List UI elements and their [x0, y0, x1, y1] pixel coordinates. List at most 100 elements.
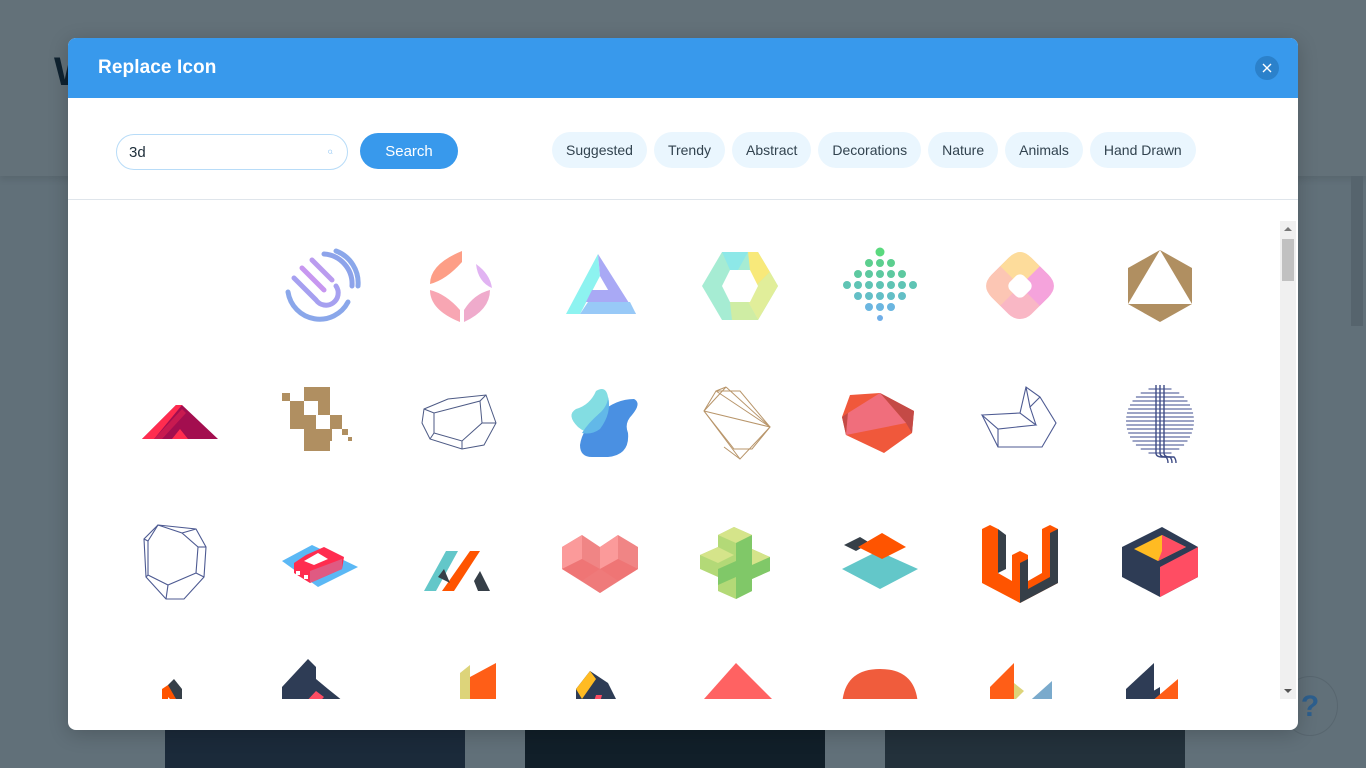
- icon-option[interactable]: [130, 373, 230, 473]
- category-nature[interactable]: Nature: [928, 132, 999, 168]
- background-card: [525, 730, 825, 768]
- dot: [898, 281, 906, 289]
- dot: [887, 281, 895, 289]
- paper-panels-icon: [460, 663, 496, 699]
- background-card: [165, 730, 465, 768]
- hexagon-ring-icon: [702, 252, 778, 320]
- icon-option[interactable]: [130, 236, 230, 336]
- geometric-polygon-icon: [703, 386, 771, 460]
- rounded-square-ring-icon: [986, 252, 1054, 319]
- icon-option[interactable]: [550, 373, 650, 473]
- icon-option[interactable]: [410, 236, 510, 336]
- icon-option[interactable]: [270, 236, 370, 336]
- search-input[interactable]: [129, 143, 328, 161]
- icon-option[interactable]: [270, 649, 370, 699]
- category-animals[interactable]: Animals: [1005, 132, 1083, 168]
- fingerprint-icon: [285, 248, 361, 322]
- dot: [875, 247, 885, 257]
- icon-option[interactable]: [690, 511, 790, 611]
- icon-option[interactable]: [270, 373, 370, 473]
- dot: [887, 270, 895, 278]
- dot: [854, 292, 862, 300]
- results-scrollbar[interactable]: [1280, 221, 1296, 699]
- icon-option[interactable]: [1110, 649, 1210, 699]
- gem-outline-icon: [143, 524, 207, 600]
- isometric-plus-icon: [700, 527, 770, 599]
- isometric-w-icon: [982, 525, 1058, 603]
- icon-option[interactable]: [1110, 373, 1210, 473]
- striped-circle-icon: [1126, 385, 1194, 464]
- dot: [877, 315, 883, 321]
- icon-option[interactable]: [690, 649, 790, 699]
- blob-shapes-icon: [571, 389, 638, 457]
- icon-option[interactable]: [690, 373, 790, 473]
- icon-option[interactable]: [970, 236, 1070, 336]
- icon-option[interactable]: [550, 236, 650, 336]
- folded-box-outline-icon: [980, 386, 1057, 448]
- category-abstract[interactable]: Abstract: [732, 132, 812, 168]
- folded-panels-icon: [990, 663, 1052, 699]
- layered-diamonds-icon: [842, 533, 918, 589]
- icon-option[interactable]: [970, 649, 1070, 699]
- icon-option[interactable]: [830, 236, 930, 336]
- stripes-letter-icon: [424, 551, 490, 591]
- scroll-up-arrow-icon[interactable]: [1284, 227, 1292, 231]
- dot: [876, 281, 884, 289]
- dot: [865, 259, 873, 267]
- icon-option[interactable]: [130, 649, 230, 699]
- dot: [887, 292, 895, 300]
- dot: [865, 292, 873, 300]
- striped-cube-icon: [576, 671, 616, 699]
- arch-icon: [842, 669, 918, 699]
- icon-option[interactable]: [1110, 511, 1210, 611]
- category-filters: Suggested Trendy Abstract Decorations Na…: [552, 132, 1196, 168]
- icon-option[interactable]: [1110, 236, 1210, 336]
- impossible-triangle-icon: [566, 254, 636, 314]
- icon-option[interactable]: [970, 511, 1070, 611]
- dialog-header: Replace Icon: [68, 38, 1298, 98]
- isometric-car-icon: [282, 545, 358, 587]
- icon-option[interactable]: [830, 373, 930, 473]
- icon-option[interactable]: [550, 511, 650, 611]
- icon-grid: [116, 201, 1254, 699]
- scroll-thumb[interactable]: [1282, 239, 1294, 281]
- petal-diamond-icon: [430, 251, 492, 322]
- dot: [854, 270, 862, 278]
- category-suggested[interactable]: Suggested: [552, 132, 647, 168]
- scroll-down-arrow-icon[interactable]: [1284, 689, 1292, 693]
- dot-arrow-icon: [843, 247, 917, 321]
- category-decorations[interactable]: Decorations: [818, 132, 922, 168]
- dot: [865, 270, 873, 278]
- close-icon: [1262, 63, 1272, 73]
- icon-results-area: [68, 201, 1298, 730]
- icon-option[interactable]: [970, 373, 1070, 473]
- dot: [854, 281, 862, 289]
- icon-option[interactable]: [830, 511, 930, 611]
- icon-option[interactable]: [410, 373, 510, 473]
- close-button[interactable]: [1255, 56, 1279, 80]
- hexagon-triangle-icon: [1128, 250, 1192, 322]
- dot: [843, 281, 851, 289]
- dialog-title: Replace Icon: [98, 57, 217, 78]
- search-button[interactable]: Search: [360, 133, 458, 169]
- category-hand-drawn[interactable]: Hand Drawn: [1089, 132, 1196, 168]
- red-gem-icon: [842, 393, 914, 453]
- isometric-heart-icon: [562, 535, 638, 593]
- icon-option[interactable]: [690, 236, 790, 336]
- icon-option[interactable]: [550, 649, 650, 699]
- dot: [865, 303, 873, 311]
- search-icon[interactable]: [328, 142, 333, 162]
- background-scrollbar: [1351, 176, 1363, 326]
- icon-option[interactable]: [410, 649, 510, 699]
- diamond-stack-icon: [704, 663, 772, 699]
- search-field[interactable]: [116, 134, 348, 170]
- category-trendy[interactable]: Trendy: [653, 132, 726, 168]
- replace-icon-dialog: Replace Icon Search Suggested Trendy Abs…: [68, 38, 1298, 730]
- dot: [876, 292, 884, 300]
- icon-option[interactable]: [410, 511, 510, 611]
- icon-option[interactable]: [830, 649, 930, 699]
- icon-option[interactable]: [270, 511, 370, 611]
- icon-option[interactable]: [130, 511, 230, 611]
- pixel-blocks-icon: [282, 387, 352, 451]
- sound-wave-icon: [142, 253, 218, 319]
